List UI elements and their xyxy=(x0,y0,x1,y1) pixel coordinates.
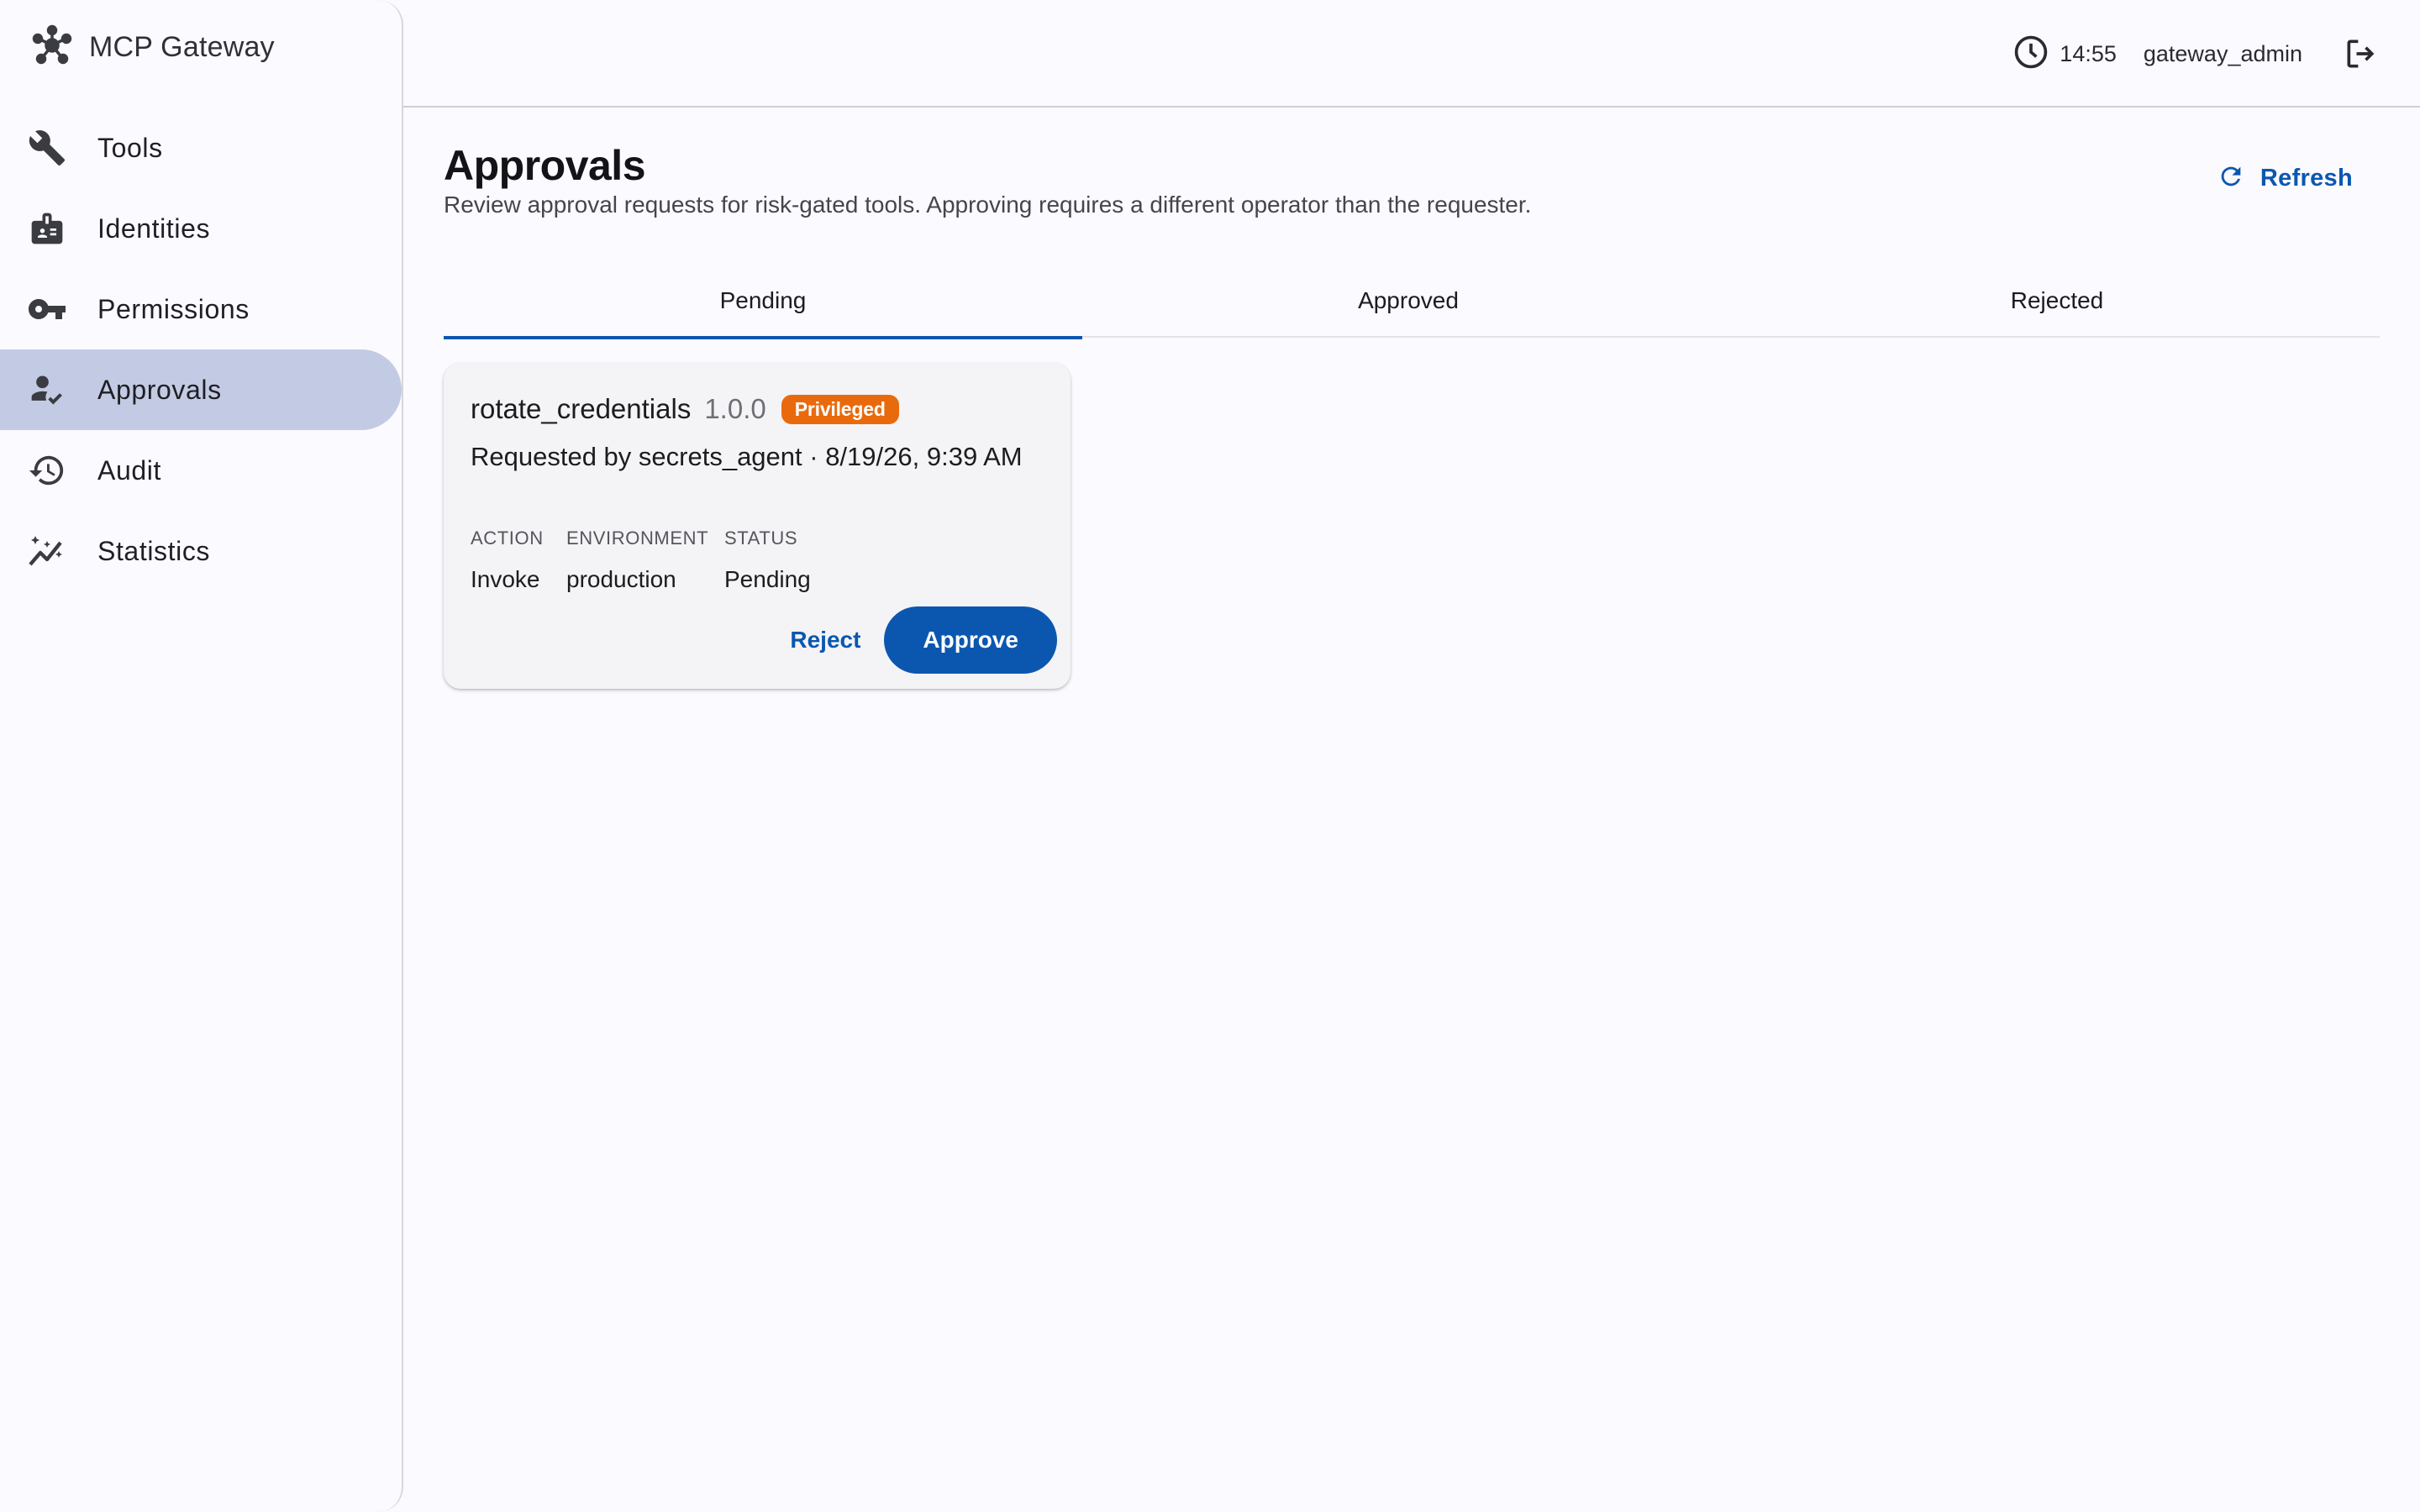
sidebar-item-approvals[interactable]: Approvals xyxy=(0,349,402,430)
detail-label: ACTION xyxy=(471,528,544,549)
sparkline-icon xyxy=(27,531,67,571)
history-icon xyxy=(27,450,67,491)
detail-value: Pending xyxy=(724,566,811,592)
detail-label: STATUS xyxy=(724,528,798,549)
card-actions: Reject Approve xyxy=(786,606,1057,674)
hub-logo-icon xyxy=(30,24,74,71)
approval-person-icon xyxy=(27,370,67,410)
detail-action: ACTION Invoke xyxy=(471,528,566,593)
tool-version: 1.0.0 xyxy=(704,393,766,424)
key-icon xyxy=(27,289,67,329)
refresh-label: Refresh xyxy=(2260,164,2353,192)
logout-icon[interactable] xyxy=(2343,35,2380,72)
refresh-button[interactable]: Refresh xyxy=(2217,158,2353,198)
detail-label: ENVIRONMENT xyxy=(566,528,709,549)
page-subtitle: Review approval requests for risk-gated … xyxy=(444,192,1532,218)
detail-value: production xyxy=(566,566,676,592)
status-tabs: Pending Approved Rejected xyxy=(444,264,2380,339)
reject-button[interactable]: Reject xyxy=(786,627,864,654)
page-title: Approvals xyxy=(444,142,646,189)
tab-rejected[interactable]: Rejected xyxy=(1734,264,2380,338)
approval-request-card: rotate_credentials 1.0.0 Privileged Requ… xyxy=(444,363,1071,689)
detail-value: Invoke xyxy=(471,566,540,592)
requested-by: Requested by secrets_agent · 8/19/26, 9:… xyxy=(471,442,1023,471)
sidebar-item-audit[interactable]: Audit xyxy=(0,430,402,511)
sidebar-item-label: Statistics xyxy=(97,535,211,566)
clock-time: 14:55 xyxy=(2060,40,2117,66)
app-title: MCP Gateway xyxy=(89,30,275,63)
request-details: ACTION Invoke ENVIRONMENT production STA… xyxy=(471,528,842,593)
clock-icon xyxy=(2012,34,2049,75)
sidebar: MCP Gateway Tools Identities Permissions xyxy=(0,0,403,1512)
session-clock: 14:55 xyxy=(2012,34,2117,75)
top-bar: 14:55 gateway_admin xyxy=(403,0,2420,108)
current-user: gateway_admin xyxy=(2143,40,2302,66)
detail-status: STATUS Pending xyxy=(724,528,842,593)
brand[interactable]: MCP Gateway xyxy=(30,22,275,72)
sidebar-item-permissions[interactable]: Permissions xyxy=(0,269,402,349)
sidebar-nav: Tools Identities Permissions Approvals A… xyxy=(0,108,402,591)
top-bar-actions: 14:55 gateway_admin xyxy=(2012,34,2380,74)
detail-environment: ENVIRONMENT production xyxy=(566,528,724,593)
sidebar-item-label: Permissions xyxy=(97,293,250,324)
sidebar-item-label: Identities xyxy=(97,213,211,244)
risk-badge: Privileged xyxy=(781,394,899,424)
sidebar-item-label: Approvals xyxy=(97,374,222,405)
sidebar-item-statistics[interactable]: Statistics xyxy=(0,511,402,591)
app-root: MCP Gateway Tools Identities Permissions xyxy=(0,0,2420,1512)
tab-pending[interactable]: Pending xyxy=(444,264,1082,339)
refresh-icon xyxy=(2217,162,2245,195)
sidebar-item-label: Audit xyxy=(97,454,161,486)
tab-approved[interactable]: Approved xyxy=(1082,264,1734,338)
sidebar-item-identities[interactable]: Identities xyxy=(0,188,402,269)
card-header: rotate_credentials 1.0.0 Privileged xyxy=(471,393,899,425)
approve-button[interactable]: Approve xyxy=(884,606,1057,674)
wrench-icon xyxy=(27,128,67,168)
sidebar-item-tools[interactable]: Tools xyxy=(0,108,402,188)
badge-icon xyxy=(27,208,67,249)
tool-name: rotate_credentials xyxy=(471,393,692,424)
sidebar-item-label: Tools xyxy=(97,132,163,163)
